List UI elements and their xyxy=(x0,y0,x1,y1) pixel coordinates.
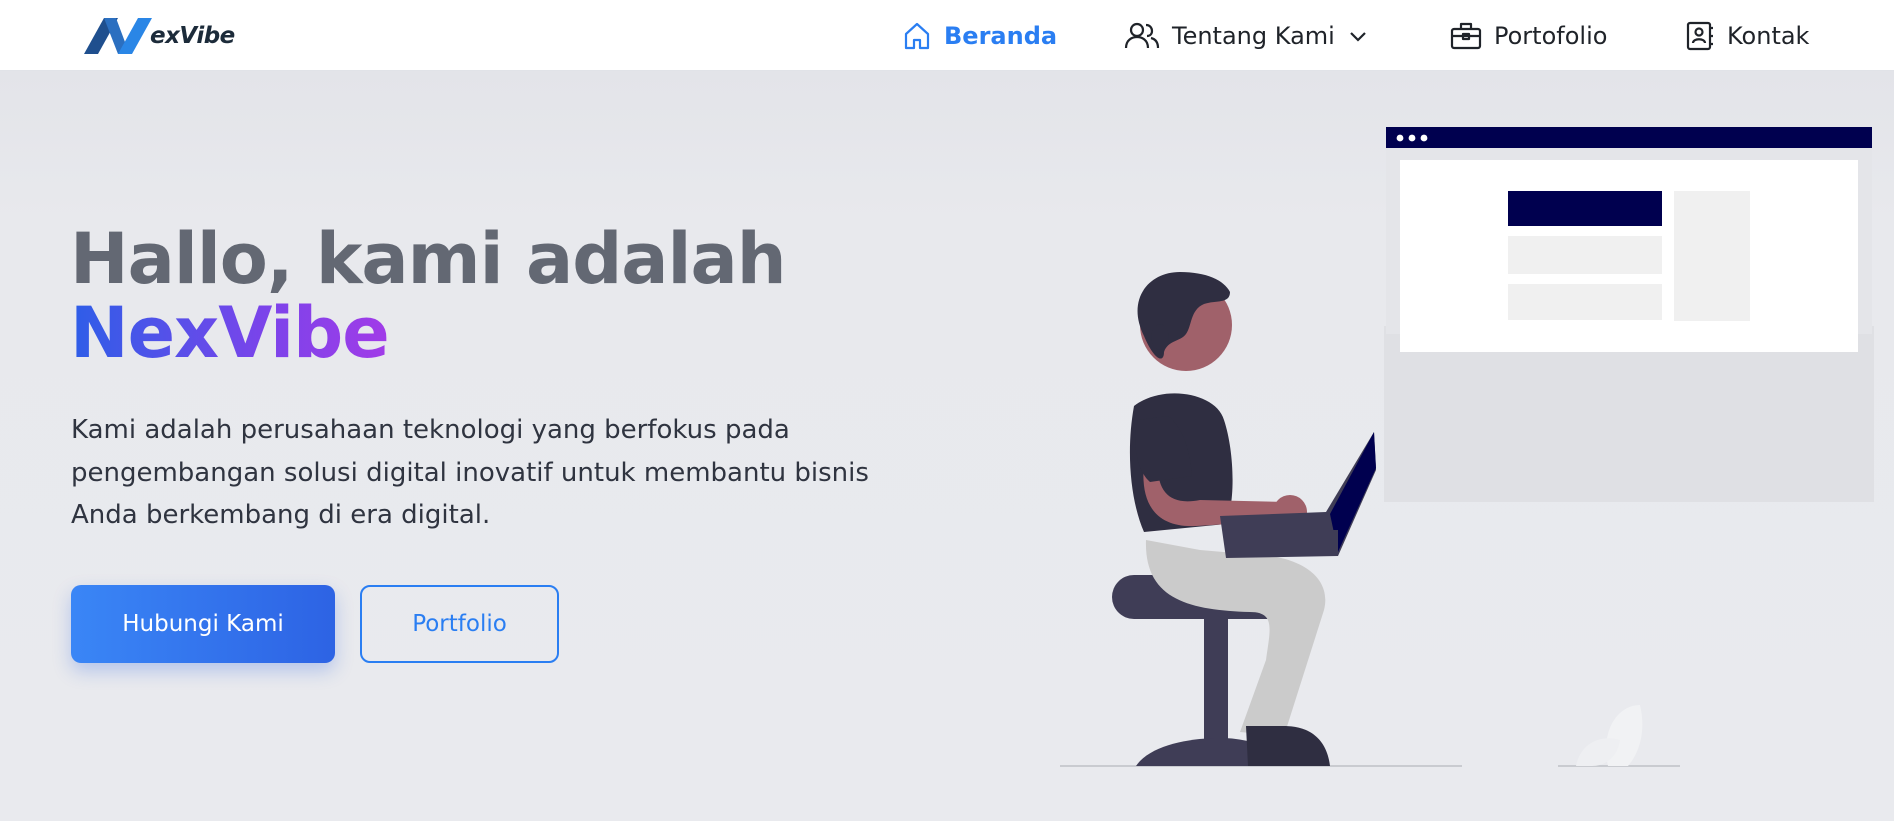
nav-label-portofolio: Portofolio xyxy=(1494,21,1608,50)
logo-text: exVibe xyxy=(150,23,235,49)
hero-title-line: Hallo, kami adalah xyxy=(70,218,787,300)
hero-description: Kami adalah perusahaan teknologi yang be… xyxy=(71,415,869,530)
portfolio-button[interactable]: Portfolio xyxy=(360,585,559,663)
nav-label-tentang-kami: Tentang Kami xyxy=(1172,21,1335,50)
users-icon xyxy=(1124,22,1160,50)
navbar: exVibe Beranda Tentang Kami Portofolio K… xyxy=(0,0,1894,71)
nexvibe-logo-icon xyxy=(84,18,152,54)
person-illustration xyxy=(1129,272,1376,766)
contact-us-button[interactable]: Hubungi Kami xyxy=(71,585,335,663)
nav-item-beranda[interactable]: Beranda xyxy=(902,0,1057,71)
briefcase-icon xyxy=(1450,21,1482,51)
hero-title-brand: NexVibe xyxy=(70,292,390,374)
nav-item-tentang-kami[interactable]: Tentang Kami xyxy=(1124,0,1367,71)
nav-item-kontak[interactable]: Kontak xyxy=(1685,0,1809,71)
nav-label-beranda: Beranda xyxy=(944,21,1058,50)
logo[interactable]: exVibe xyxy=(82,14,235,58)
chevron-down-icon xyxy=(1349,30,1367,42)
hero-title: Hallo, kami adalah NexVibe xyxy=(70,222,787,370)
home-icon xyxy=(902,21,932,51)
plant-illustration xyxy=(1576,705,1643,766)
contact-book-icon xyxy=(1685,21,1715,51)
hero-illustration xyxy=(1060,127,1874,767)
nav-label-kontak: Kontak xyxy=(1727,21,1810,50)
nav-item-portofolio[interactable]: Portofolio xyxy=(1450,0,1607,71)
browser-window-illustration xyxy=(1384,127,1874,502)
